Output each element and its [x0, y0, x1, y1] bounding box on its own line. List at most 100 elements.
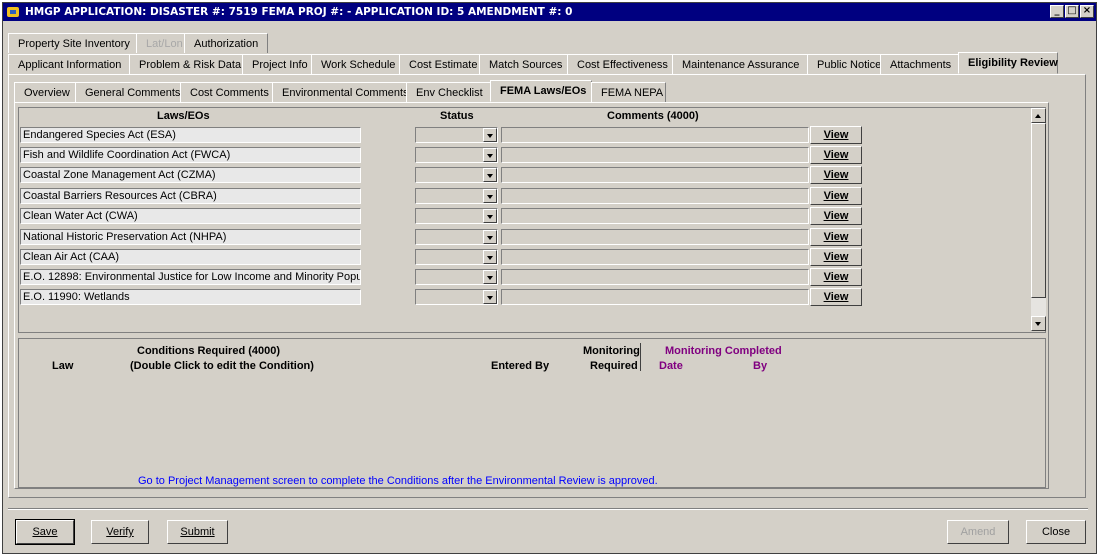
- tab-attachments[interactable]: Attachments: [880, 54, 959, 74]
- submit-button[interactable]: Submit: [167, 520, 228, 544]
- law-name: Endangered Species Act (ESA): [20, 127, 361, 143]
- verify-label: Verify: [106, 526, 134, 538]
- view-button[interactable]: View: [810, 288, 862, 306]
- chevron-down-icon[interactable]: [483, 290, 497, 304]
- law-row: Coastal Zone Management Act (CZMA) View: [20, 166, 870, 185]
- status-dropdown[interactable]: [415, 167, 498, 183]
- maximize-icon[interactable]: □: [1065, 5, 1079, 18]
- tab-project-info[interactable]: Project Info: [242, 54, 312, 74]
- chevron-down-icon[interactable]: [483, 189, 497, 203]
- status-dropdown[interactable]: [415, 127, 498, 143]
- header-monitoring-completed: Monitoring Completed: [665, 345, 782, 357]
- tab-eligibility-review[interactable]: Eligibility Review: [958, 52, 1058, 74]
- view-button[interactable]: View: [810, 166, 862, 184]
- comment-field[interactable]: [501, 127, 809, 143]
- law-name: Coastal Barriers Resources Act (CBRA): [20, 188, 361, 204]
- view-label: View: [823, 169, 849, 181]
- status-dropdown[interactable]: [415, 249, 498, 265]
- view-button[interactable]: View: [810, 126, 862, 144]
- scroll-up-icon[interactable]: [1031, 108, 1046, 123]
- view-button[interactable]: View: [810, 268, 862, 286]
- status-dropdown[interactable]: [415, 269, 498, 285]
- chevron-down-icon[interactable]: [483, 168, 497, 182]
- chevron-down-icon[interactable]: [483, 148, 497, 162]
- view-label: View: [823, 149, 849, 161]
- view-button[interactable]: View: [810, 187, 862, 205]
- tab-match-sources[interactable]: Match Sources: [479, 54, 568, 74]
- subtab-general-comments[interactable]: General Comments: [75, 82, 181, 102]
- subtab-cost-comments[interactable]: Cost Comments: [180, 82, 273, 102]
- tab-row-main: Applicant Information Problem & Risk Dat…: [8, 52, 1058, 74]
- law-name: Coastal Zone Management Act (CZMA): [20, 167, 361, 183]
- status-dropdown[interactable]: [415, 289, 498, 305]
- subtab-environmental-comments[interactable]: Environmental Comments: [272, 82, 409, 102]
- amend-button[interactable]: Amend: [947, 520, 1009, 544]
- header-laws: Laws/EOs: [157, 110, 210, 122]
- subtab-fema-laws-eos[interactable]: FEMA Laws/EOs: [490, 80, 592, 102]
- tab-cost-effectiveness[interactable]: Cost Effectiveness: [567, 54, 673, 74]
- comment-field[interactable]: [501, 147, 809, 163]
- chevron-down-icon[interactable]: [483, 209, 497, 223]
- header-conditions-hint: (Double Click to edit the Condition): [130, 360, 314, 372]
- tab-lat-lon[interactable]: Lat/Lon: [136, 33, 185, 53]
- header-law: Law: [52, 360, 74, 372]
- tab-applicant-information[interactable]: Applicant Information: [8, 54, 130, 74]
- window-title: HMGP APPLICATION: DISASTER #: 7519 FEMA …: [25, 6, 573, 18]
- view-label: View: [823, 291, 849, 303]
- laws-scrollbar[interactable]: [1031, 108, 1046, 331]
- status-dropdown[interactable]: [415, 188, 498, 204]
- header-monitoring: Monitoring: [583, 345, 640, 357]
- comment-field[interactable]: [501, 289, 809, 305]
- status-dropdown[interactable]: [415, 229, 498, 245]
- comment-field[interactable]: [501, 208, 809, 224]
- chevron-down-icon[interactable]: [483, 128, 497, 142]
- header-entered-by: Entered By: [491, 360, 550, 372]
- tab-property-site-inventory[interactable]: Property Site Inventory: [8, 33, 137, 53]
- header-conditions-required: Conditions Required (4000): [137, 345, 281, 357]
- chevron-down-icon[interactable]: [483, 270, 497, 284]
- verify-button[interactable]: Verify: [91, 520, 149, 544]
- header-comments: Comments (4000): [607, 110, 699, 122]
- view-button[interactable]: View: [810, 228, 862, 246]
- amend-label: Amend: [960, 526, 996, 538]
- tab-cost-estimate[interactable]: Cost Estimate: [399, 54, 480, 74]
- title-bar: HMGP APPLICATION: DISASTER #: 7519 FEMA …: [3, 3, 1096, 21]
- footer-divider: [8, 508, 1088, 510]
- tab-work-schedule[interactable]: Work Schedule: [311, 54, 400, 74]
- tab-public-notice[interactable]: Public Notice: [807, 54, 881, 74]
- subtab-fema-nepa[interactable]: FEMA NEPA: [591, 82, 666, 102]
- comment-field[interactable]: [501, 269, 809, 285]
- status-dropdown[interactable]: [415, 147, 498, 163]
- view-button[interactable]: View: [810, 207, 862, 225]
- tab-problem-risk-data[interactable]: Problem & Risk Data: [129, 54, 243, 74]
- subtab-env-checklist[interactable]: Env Checklist: [406, 82, 491, 102]
- comment-field[interactable]: [501, 188, 809, 204]
- law-name: Clean Air Act (CAA): [20, 249, 361, 265]
- comment-field[interactable]: [501, 167, 809, 183]
- view-button[interactable]: View: [810, 248, 862, 266]
- status-dropdown[interactable]: [415, 208, 498, 224]
- law-name: E.O. 11990: Wetlands: [20, 289, 361, 305]
- close-icon[interactable]: ×: [1080, 5, 1094, 18]
- minimize-icon[interactable]: _: [1050, 5, 1064, 18]
- tab-maintenance-assurance[interactable]: Maintenance Assurance: [672, 54, 808, 74]
- scroll-down-icon[interactable]: [1031, 316, 1046, 331]
- chevron-down-icon[interactable]: [483, 230, 497, 244]
- close-button[interactable]: Close: [1026, 520, 1086, 544]
- comment-field[interactable]: [501, 249, 809, 265]
- law-name: Clean Water Act (CWA): [20, 208, 361, 224]
- law-row: Clean Water Act (CWA) View: [20, 207, 870, 226]
- law-name: E.O. 12898: Environmental Justice for Lo…: [20, 269, 361, 285]
- view-button[interactable]: View: [810, 146, 862, 164]
- law-row: Coastal Barriers Resources Act (CBRA) Vi…: [20, 187, 870, 206]
- subtab-overview[interactable]: Overview: [14, 82, 76, 102]
- chevron-down-icon[interactable]: [483, 250, 497, 264]
- scroll-thumb[interactable]: [1031, 123, 1046, 298]
- law-row: Fish and Wildlife Coordination Act (FWCA…: [20, 146, 870, 165]
- tab-authorization[interactable]: Authorization: [184, 33, 268, 53]
- comment-field[interactable]: [501, 229, 809, 245]
- conditions-note: Go to Project Management screen to compl…: [138, 475, 658, 487]
- app-icon: [6, 5, 22, 19]
- submit-label: Submit: [180, 526, 215, 538]
- save-button[interactable]: Save: [15, 519, 75, 545]
